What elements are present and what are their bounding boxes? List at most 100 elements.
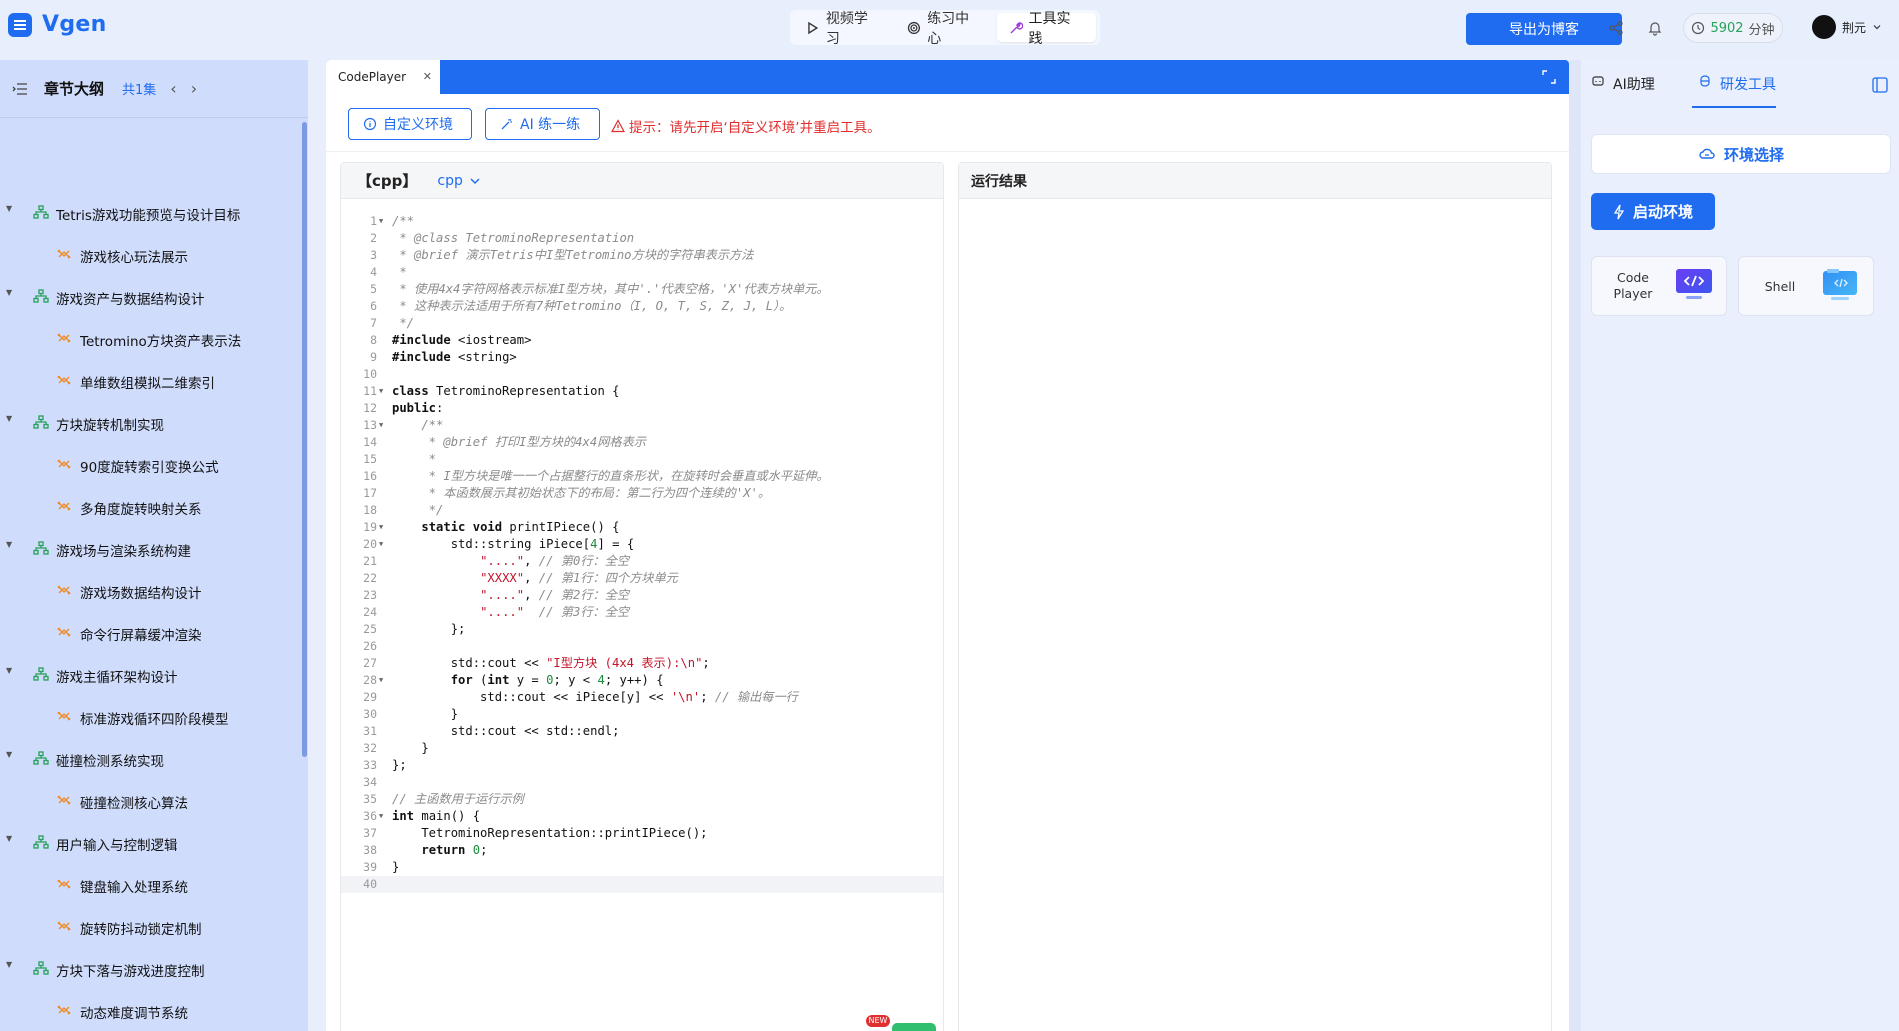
code-line[interactable]: 39} <box>341 859 943 876</box>
code-line[interactable]: 6 * 这种表示法适用于所有7种Tetromino（I, O, T, S, Z,… <box>341 298 943 315</box>
fold-icon[interactable]: ▼ <box>379 536 383 553</box>
sidebar-scrollbar[interactable] <box>302 122 307 757</box>
caret-down-icon[interactable]: ▼ <box>6 204 12 213</box>
outline-chapter[interactable]: ▼ 游戏主循环架构设计 <box>0 662 300 690</box>
fold-icon[interactable]: ▼ <box>379 383 383 400</box>
code-line[interactable]: 34 <box>341 774 943 791</box>
code-line[interactable]: 3 * @brief 演示Tetris中I型Tetromino方块的字符串表示方… <box>341 247 943 264</box>
code-line[interactable]: 27 std::cout << "I型方块 (4x4 表示):\n"; <box>341 655 943 672</box>
outline-chapter[interactable]: ▼ 方块下落与游戏进度控制 <box>0 956 300 984</box>
outline-section[interactable]: 游戏场数据结构设计 <box>0 578 300 606</box>
right-splitter[interactable] <box>1569 60 1581 1031</box>
caret-down-icon[interactable]: ▼ <box>6 750 12 759</box>
code-line[interactable]: 13 ▼ /** <box>341 417 943 434</box>
caret-down-icon[interactable]: ▼ <box>6 414 12 423</box>
code-line[interactable]: 18 */ <box>341 502 943 519</box>
sidebar-toggle-icon[interactable] <box>1871 76 1889 94</box>
outline-section[interactable]: 命令行屏幕缓冲渲染 <box>0 620 300 648</box>
export-blog-button[interactable]: 导出为博客 <box>1466 13 1622 45</box>
code-line[interactable]: 22 "XXXX", // 第1行：四个方块单元 <box>341 570 943 587</box>
outline-section[interactable]: 单维数组模拟二维索引 <box>0 368 300 396</box>
caret-down-icon[interactable]: ▼ <box>6 540 12 549</box>
outline-section[interactable]: 90度旋转索引变换公式 <box>0 452 300 480</box>
code-line[interactable]: 40 <box>341 876 943 893</box>
outline-section[interactable]: 碰撞检测核心算法 <box>0 788 300 816</box>
outline-chapter[interactable]: ▼ 碰撞检测系统实现 <box>0 746 300 774</box>
outline-chapter[interactable]: ▼ 用户输入与控制逻辑 <box>0 830 300 858</box>
outline-chapter[interactable]: ▼ 游戏资产与数据结构设计 <box>0 284 300 312</box>
user-menu[interactable]: 荆元 <box>1812 15 1882 39</box>
outline-section[interactable]: 旋转防抖动锁定机制 <box>0 914 300 942</box>
code-line[interactable]: 9 #include <string> <box>341 349 943 366</box>
outline-section[interactable]: 动态难度调节系统 <box>0 998 300 1026</box>
outline-chapter[interactable]: ▼ Tetris游戏功能预览与设计目标 <box>0 200 300 228</box>
env-select-button[interactable]: 环境选择 <box>1591 134 1891 174</box>
code-line[interactable]: 19 ▼ static void printIPiece() { <box>341 519 943 536</box>
tool-card-shell[interactable]: Shell <box>1738 256 1874 316</box>
ai-practice-button[interactable]: AI 练一练 <box>485 108 600 140</box>
code-line[interactable]: 15 * <box>341 451 943 468</box>
code-line[interactable]: 12 public: <box>341 400 943 417</box>
outline-section[interactable]: 游戏核心玩法展示 <box>0 242 300 270</box>
code-line[interactable]: 36 ▼ int main() { <box>341 808 943 825</box>
code-line[interactable]: 1 ▼ /** <box>341 213 943 230</box>
avatar[interactable] <box>1812 15 1836 39</box>
code-line[interactable]: 5 * 使用4x4字符网格表示标准I型方块，其中'.'代表空格，'X'代表方块单… <box>341 281 943 298</box>
fold-icon[interactable]: ▼ <box>379 417 383 434</box>
code-line[interactable]: 8 #include <iostream> <box>341 332 943 349</box>
caret-down-icon[interactable]: ▼ <box>6 834 12 843</box>
tab-codeplayer[interactable]: CodePlayer ✕ <box>326 60 440 94</box>
fold-icon[interactable]: ▼ <box>379 213 383 230</box>
fold-icon[interactable]: ▼ <box>379 519 383 536</box>
custom-env-button[interactable]: 自定义环境 <box>348 108 472 140</box>
code-line[interactable]: 30 } <box>341 706 943 723</box>
caret-down-icon[interactable]: ▼ <box>6 288 12 297</box>
tab-tool-practice[interactable]: 工具实践 <box>996 11 1096 47</box>
left-splitter[interactable] <box>308 60 320 1031</box>
collapse-outline-icon[interactable] <box>12 82 28 96</box>
code-editor[interactable]: 1 ▼/** 2 * @class TetrominoRepresentation 3… <box>341 213 943 893</box>
caret-down-icon[interactable]: ▼ <box>6 666 12 675</box>
code-line[interactable]: 24 "...." // 第3行：全空 <box>341 604 943 621</box>
code-line[interactable]: 37 TetrominoRepresentation::printIPiece(… <box>341 825 943 842</box>
prev-episode-button[interactable]: ‹ <box>170 79 176 98</box>
fold-icon[interactable]: ▼ <box>379 808 383 825</box>
code-line[interactable]: 14 * @brief 打印I型方块的4x4网格表示 <box>341 434 943 451</box>
close-icon[interactable]: ✕ <box>423 70 432 83</box>
outline-chapter[interactable]: ▼ 方块旋转机制实现 <box>0 410 300 438</box>
code-line[interactable]: 17 * 本函数展示其初始状态下的布局：第二行为四个连续的'X'。 <box>341 485 943 502</box>
code-line[interactable]: 4 * <box>341 264 943 281</box>
outline-chapter[interactable]: ▼ 游戏场与渲染系统构建 <box>0 536 300 564</box>
code-line[interactable]: 10 <box>341 366 943 383</box>
bell-icon[interactable] <box>1645 18 1665 38</box>
code-line[interactable]: 23 "....", // 第2行：全空 <box>341 587 943 604</box>
code-line[interactable]: 2 * @class TetrominoRepresentation <box>341 230 943 247</box>
code-line[interactable]: 25 }; <box>341 621 943 638</box>
code-line[interactable]: 35 // 主函数用于运行示例 <box>341 791 943 808</box>
code-line[interactable]: 26 <box>341 638 943 655</box>
start-env-button[interactable]: 启动环境 <box>1591 193 1715 230</box>
outline-section[interactable]: 标准游戏循环四阶段模型 <box>0 704 300 732</box>
code-line[interactable]: 33}; <box>341 757 943 774</box>
share-icon[interactable] <box>1606 18 1626 38</box>
code-line[interactable]: 16 * I型方块是唯一一个占据整行的直条形状，在旋转时会垂直或水平延伸。 <box>341 468 943 485</box>
tab-practice-center[interactable]: 练习中心 <box>895 11 994 47</box>
code-line[interactable]: 38 return 0; <box>341 842 943 859</box>
outline-section[interactable]: Tetromino方块资产表示法 <box>0 326 300 354</box>
floating-action-button[interactable] <box>892 1023 936 1031</box>
tab-dev-tools[interactable]: 研发工具 <box>1692 74 1776 108</box>
code-line[interactable]: 32 } <box>341 740 943 757</box>
fold-icon[interactable]: ▼ <box>379 672 383 689</box>
tab-ai-assistant[interactable]: AI助理 <box>1591 74 1655 108</box>
outline-section[interactable]: 多角度旋转映射关系 <box>0 494 300 522</box>
language-select[interactable]: cpp <box>437 173 480 189</box>
menu-icon[interactable] <box>8 12 32 37</box>
caret-down-icon[interactable]: ▼ <box>6 960 12 969</box>
code-line[interactable]: 28 ▼ for (int y = 0; y < 4; y++) { <box>341 672 943 689</box>
brand[interactable]: Vgen <box>8 12 107 37</box>
next-episode-button[interactable]: › <box>191 79 197 98</box>
tool-card-codeplayer[interactable]: Code Player <box>1591 256 1727 316</box>
code-line[interactable]: 31 std::cout << std::endl; <box>341 723 943 740</box>
code-line[interactable]: 7 */ <box>341 315 943 332</box>
code-line[interactable]: 11 ▼ class TetrominoRepresentation { <box>341 383 943 400</box>
